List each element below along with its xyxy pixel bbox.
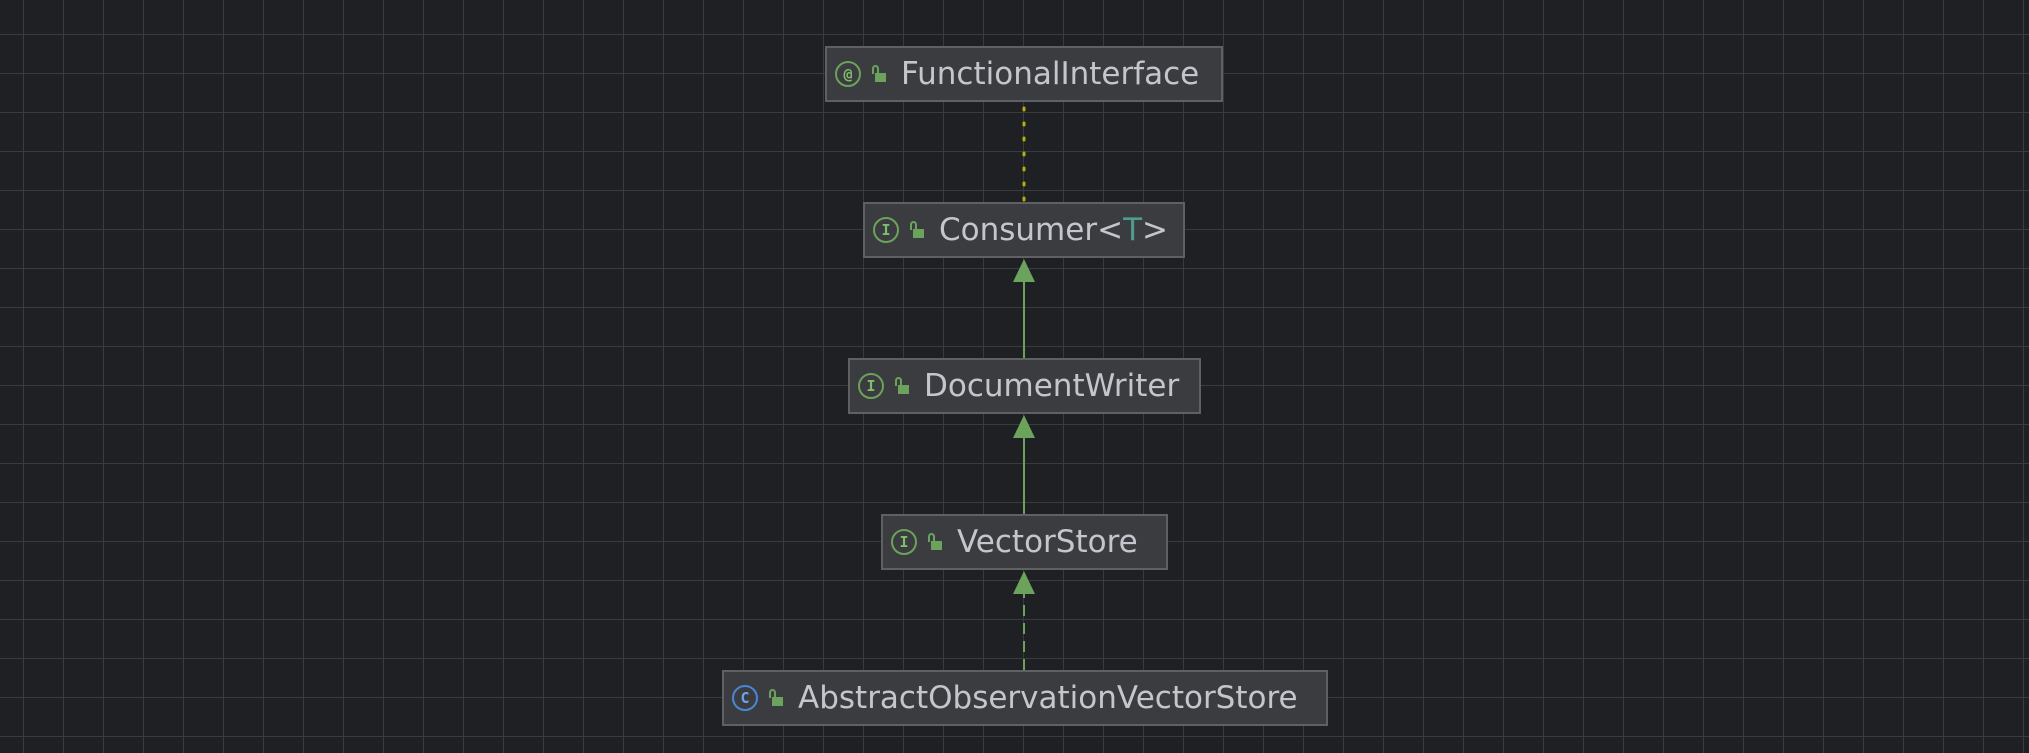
node-functional-interface[interactable]: @ FunctionalInterface [825,46,1223,102]
arrowhead-vector-store [1013,571,1035,594]
node-abstract-observation-vector-store[interactable]: C AbstractObservationVectorStore [722,670,1328,726]
unlocked-icon [909,221,925,239]
diagram-canvas: @ FunctionalInterface I Consumer< T > I Do… [0,0,2029,753]
node-label: AbstractObservationVectorStore [798,680,1298,716]
arrowhead-document-writer [1013,415,1035,438]
unlocked-icon [871,65,887,83]
interface-type-icon: I [858,373,884,399]
node-label: Consumer< [939,212,1124,248]
unlocked-icon [927,533,943,551]
node-label: VectorStore [957,524,1138,560]
node-label: FunctionalInterface [901,56,1200,92]
annotation-type-icon: @ [835,61,861,87]
type-parameter: T [1123,212,1142,248]
arrowhead-consumer [1013,259,1035,282]
node-label: DocumentWriter [924,368,1180,404]
node-document-writer[interactable]: I DocumentWriter [848,358,1201,414]
class-type-icon: C [732,685,758,711]
interface-type-icon: I [873,217,899,243]
unlocked-icon [894,377,910,395]
node-consumer[interactable]: I Consumer< T > [863,202,1185,258]
node-vector-store[interactable]: I VectorStore [881,514,1168,570]
unlocked-icon [768,689,784,707]
node-label-suffix: > [1142,212,1168,248]
interface-type-icon: I [891,529,917,555]
